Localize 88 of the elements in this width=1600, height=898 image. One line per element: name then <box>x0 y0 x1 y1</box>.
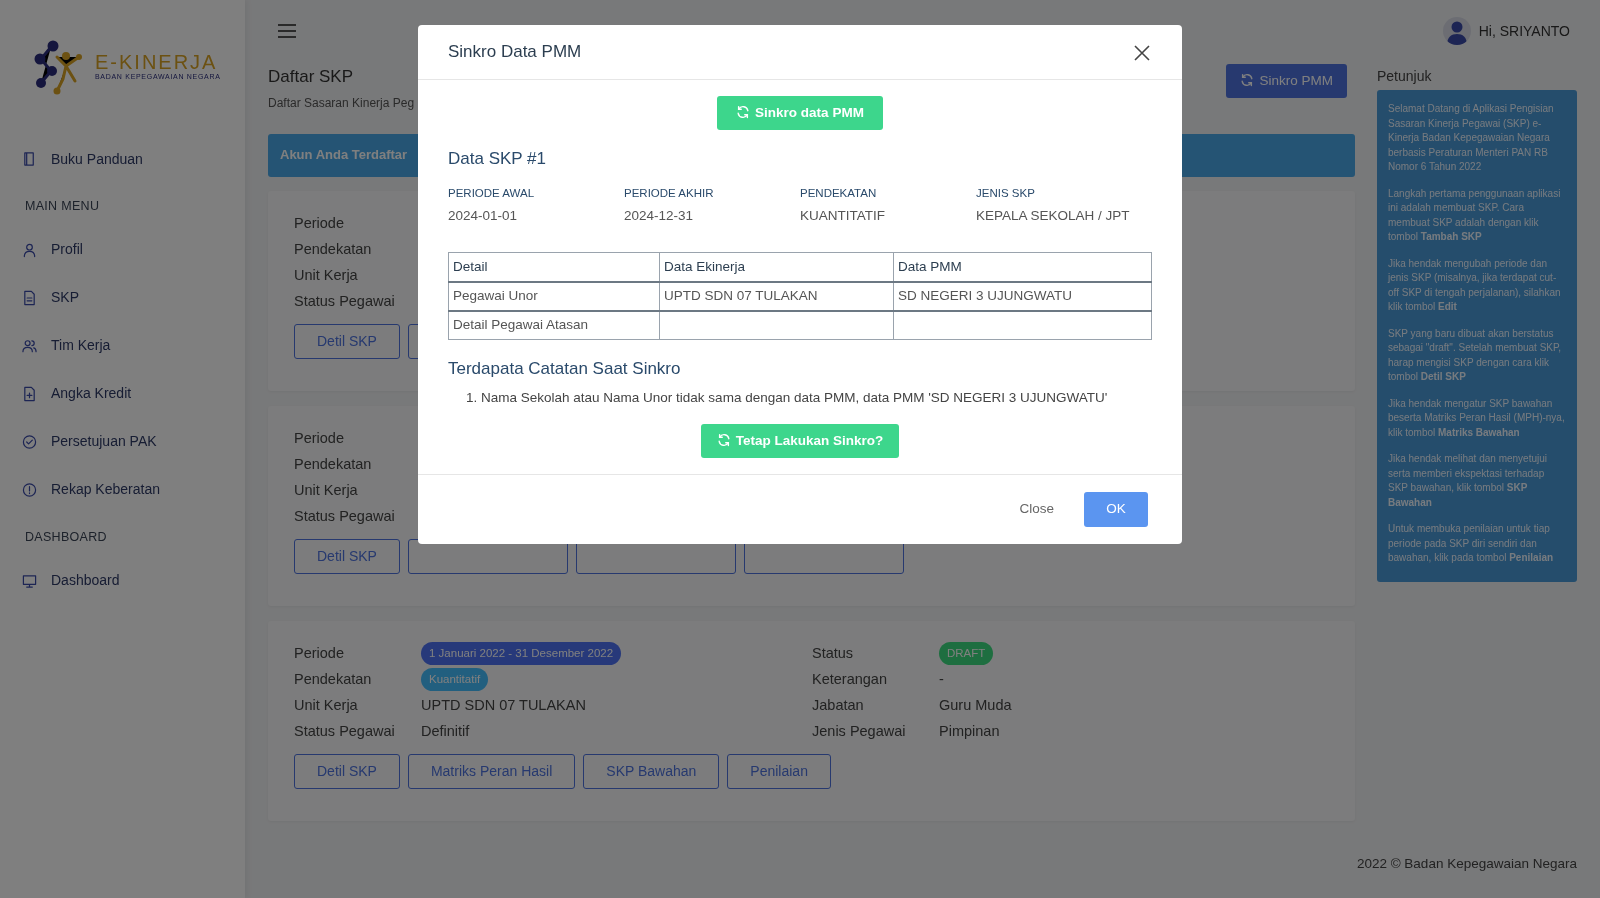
outline-button[interactable]: Detil SKP <box>294 323 400 359</box>
sidebar-item[interactable]: Persetujuan PAK <box>0 417 245 466</box>
column-header: Detail <box>448 252 660 282</box>
outline-button[interactable]: SKP Bawahan <box>583 753 720 789</box>
panel-title: Petunjuk <box>1377 67 1433 86</box>
help-paragraph: SKP yang baru dibuat akan berstatus sebagai "draft". Setelah membuat SKP, harap mengisi SKP dengan cara klik tombol Detil SKP <box>1388 326 1563 384</box>
info-icon <box>22 481 37 498</box>
field-label: Keterangan <box>812 669 888 689</box>
menu-section-heading: MAIN MENU <box>24 198 101 215</box>
table-cell: Detail Pegawai Atasan <box>448 310 660 340</box>
menu-icon[interactable] <box>278 24 296 38</box>
ok-button[interactable]: OK <box>1084 491 1148 527</box>
info-value: 2024-01-01 <box>448 206 519 225</box>
help-paragraph: Jika hendak melihat dan menyetujui serta memberi ekspektasi terhadap SKP bawahan, klik tombol SKP Bawahan <box>1388 452 1548 510</box>
help-paragraph: Jika hendak mengatur SKP bawahan beserta Matriks Peran Hasil (MPH)-nya, klik tombol Matriks Bawahan <box>1388 396 1566 440</box>
info-label: PERIODE AWAL <box>448 185 536 201</box>
outline-button[interactable]: Detil SKP <box>294 538 400 574</box>
check-circle-icon <box>22 433 37 450</box>
monitor-icon <box>22 572 37 589</box>
info-value: KUANTITATIF <box>800 206 886 225</box>
field-label: Pendekatan <box>294 669 373 689</box>
sync-icon <box>736 104 751 119</box>
field-value: Definitif <box>421 721 470 741</box>
info-label: JENIS SKP <box>976 185 1036 201</box>
book-icon <box>22 151 37 167</box>
info-value: KEPALA SEKOLAH / JPT <box>976 206 1131 225</box>
field-label: Unit Kerja <box>294 480 359 500</box>
modal-title: Sinkro Data PMM <box>448 41 582 63</box>
logo-title: E-KINERJA <box>95 52 219 73</box>
sidebar-item[interactable]: Buku Panduan <box>0 135 245 183</box>
info-label: PERIODE AKHIR <box>624 185 715 201</box>
menu-section-heading: DASHBOARD <box>24 528 108 546</box>
field-label: Jenis Pegawai <box>812 721 907 741</box>
person-icon <box>22 241 37 258</box>
outline-button[interactable]: Detil SKP <box>294 753 400 789</box>
page-title: Daftar SKP <box>268 66 355 88</box>
status-badge: DRAFT <box>939 641 994 666</box>
sidebar-item[interactable]: Angka Kredit <box>0 369 245 418</box>
help-paragraph: Jika hendak mengubah periode dan jenis SKP (misalnya, jika terdapat cut-off SKP di tengah perjalanan), silahkan klik tombol Edit <box>1388 256 1562 314</box>
close-icon <box>1134 44 1150 61</box>
field-label: Unit Kerja <box>294 265 359 285</box>
field-label: Unit Kerja <box>294 695 359 715</box>
column-header: Data PMM <box>893 252 1152 282</box>
sync-pmm-button[interactable]: Sinkro PMM <box>1226 64 1347 99</box>
document-icon <box>22 289 37 306</box>
page-subtitle: Daftar Sasaran Kinerja Peg <box>268 94 415 112</box>
user-greeting[interactable]: Hi, SRIYANTO <box>1478 20 1570 42</box>
close-text-button[interactable]: Close <box>1007 491 1066 528</box>
sync-icon <box>716 432 731 447</box>
field-label: Status Pegawai <box>294 506 396 526</box>
field-label: Pendekatan <box>294 239 373 259</box>
avatar-icon[interactable] <box>1442 17 1471 45</box>
section-title: Data SKP #1 <box>448 148 547 170</box>
field-value: Guru Muda <box>939 695 1012 715</box>
field-value: - <box>939 669 944 689</box>
column-header: Data Ekinerja <box>659 252 894 282</box>
footer-text: 2022 © Badan Kepegawaian Negara <box>1356 854 1577 873</box>
note-text: 1. Nama Sekolah atau Nama Unor tidak sama dengan data PMM, data PMM 'SD NEGERI 3 UJUNGWATU' <box>465 388 1109 407</box>
info-value: 2024-12-31 <box>624 206 695 225</box>
field-label: Periode <box>294 213 345 233</box>
field-value: UPTD SDN 07 TULAKAN <box>421 695 586 715</box>
sidebar-item[interactable]: Rekap Keberatan <box>0 465 245 514</box>
field-label: Periode <box>294 643 345 663</box>
people-icon <box>22 337 37 354</box>
help-paragraph: Langkah pertama penggunaan aplikasi ini adalah membuat SKP. Cara membuat SKP adalah dengan klik tombol Tambah SKP <box>1388 186 1562 244</box>
notes-title: Terdapata Catatan Saat Sinkro <box>448 358 682 380</box>
field-label: Status <box>812 643 855 663</box>
help-paragraph: Untuk membuka penilaian untuk tiap periode pada SKP diri sendiri dan bawahan, klik pada tombol Penilaian <box>1388 522 1555 565</box>
help-paragraph: Selamat Datang di Aplikasi Pengisian Sasaran Kinerja Pegawai (SKP) e-Kinerja Badan Kepegawaian Negara berbasis Peraturan Menteri PAN RB Nomor 6 Tahun 2022 <box>1388 102 1555 174</box>
sidebar-item[interactable]: Dashboard <box>0 556 245 605</box>
field-label: Status Pegawai <box>294 291 396 311</box>
field-label: Pendekatan <box>294 454 373 474</box>
field-label: Jabatan <box>812 695 865 715</box>
info-label: PENDEKATAN <box>800 185 878 201</box>
table-cell: Pegawai Unor <box>448 281 660 311</box>
status-badge: 1 Januari 2022 - 31 Desember 2022 <box>421 641 622 666</box>
field-value: Pimpinan <box>939 721 1000 741</box>
field-label: Status Pegawai <box>294 721 396 741</box>
sidebar-item[interactable]: SKP <box>0 273 245 322</box>
outline-button[interactable]: Matriks Peran Hasil <box>407 753 576 789</box>
sidebar-item[interactable]: Tim Kerja <box>0 321 245 370</box>
status-badge: Kuantitatif <box>421 667 489 692</box>
document-plus-icon <box>22 385 37 402</box>
sidebar-item[interactable]: Profil <box>0 225 245 274</box>
field-label: Periode <box>294 428 345 448</box>
outline-button[interactable]: Penilaian <box>727 753 831 789</box>
banner-text: Akun Anda Terdaftar <box>280 146 408 165</box>
sync-icon <box>1240 73 1255 87</box>
